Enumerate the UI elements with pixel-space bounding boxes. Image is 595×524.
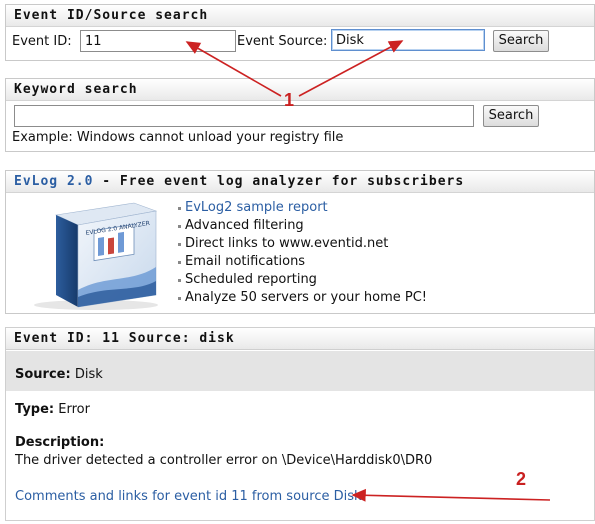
type-label: Type: <box>15 402 55 417</box>
type-field: Type: Error <box>15 402 90 417</box>
bullet-icon <box>178 206 181 210</box>
bullet-icon <box>178 296 181 300</box>
feature-item: Analyze 50 servers or your home PC! <box>178 289 427 307</box>
feature-item: Direct links to www.eventid.net <box>178 235 427 253</box>
comments-link[interactable]: Comments and links for event id 11 from … <box>15 489 362 504</box>
event-source-input[interactable] <box>331 29 485 51</box>
feature-item[interactable]: EvLog2 sample report <box>178 199 427 217</box>
event-search-button[interactable]: Search <box>493 30 549 52</box>
evlog-product-box-image: EVLOG 2.0 ANALYZER <box>34 202 158 310</box>
callout-2: 2 <box>516 469 527 489</box>
bullet-icon <box>178 224 181 228</box>
evlog-promo-panel: EvLog 2.0 - Free event log analyzer for … <box>5 170 595 314</box>
keyword-input[interactable] <box>14 105 474 127</box>
evlog-title-link[interactable]: EvLog 2.0 <box>14 174 93 189</box>
event-detail-panel: Event ID: 11 Source: disk Source: Disk T… <box>5 327 595 521</box>
description-label: Description: <box>15 435 105 450</box>
bullet-icon <box>178 278 181 282</box>
callout-1: 1 <box>284 90 295 110</box>
event-source-search-panel: Event ID/Source search Event ID: Event S… <box>5 4 595 61</box>
keyword-search-title: Keyword search <box>6 79 594 101</box>
source-value: Disk <box>70 367 103 382</box>
type-value: Error <box>54 402 90 417</box>
event-id-input[interactable] <box>80 30 236 52</box>
description-text: The driver detected a controller error o… <box>15 453 433 468</box>
source-label: Source: <box>15 367 71 382</box>
keyword-example-text: Example: Windows cannot unload your regi… <box>12 130 344 145</box>
event-source-search-title: Event ID/Source search <box>6 5 594 27</box>
source-field: Source: Disk <box>15 367 103 382</box>
feature-item: Email notifications <box>178 253 427 271</box>
event-source-label: Event Source: <box>237 34 328 49</box>
event-id-label: Event ID: <box>12 34 72 49</box>
bullet-icon <box>178 260 181 264</box>
evlog-feature-list: EvLog2 sample report Advanced filtering … <box>178 199 427 307</box>
keyword-search-button[interactable]: Search <box>483 105 539 127</box>
feature-item: Scheduled reporting <box>178 271 427 289</box>
evlog-title-text: - Free event log analyzer for subscriber… <box>93 174 465 189</box>
keyword-search-panel: Keyword search Search Example: Windows c… <box>5 78 595 152</box>
evlog-title: EvLog 2.0 - Free event log analyzer for … <box>6 171 594 193</box>
bullet-icon <box>178 242 181 246</box>
event-detail-title: Event ID: 11 Source: disk <box>6 328 594 350</box>
feature-item: Advanced filtering <box>178 217 427 235</box>
